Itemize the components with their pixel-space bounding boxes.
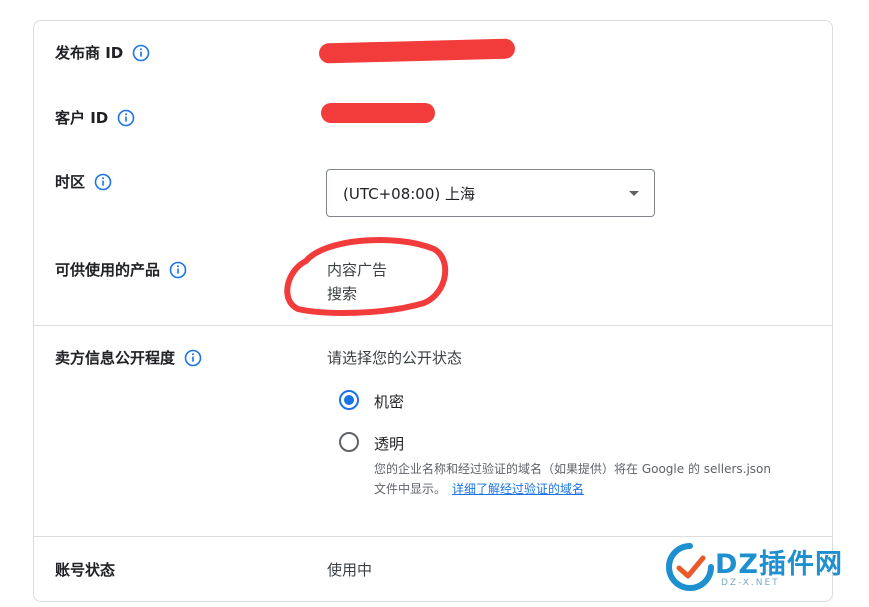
timezone-selected-value: (UTC+08:00) 上海 [343,184,476,203]
transparent-help-text: 您的企业名称和经过验证的域名（如果提供）将在 Google 的 sellers.… [374,459,771,499]
redaction-mark-publisher-id [318,38,516,64]
products-label: 可供使用的产品 [55,261,161,279]
help-line-2: 文件中显示。 详细了解经过验证的域名 [374,479,771,499]
customer-id-label: 客户 ID [55,109,109,127]
seller-info-label: 卖方信息公开程度 [55,349,176,367]
help-line-2-text: 文件中显示。 [374,482,447,496]
publisher-id-row: 发布商 ID [55,42,150,63]
account-status-label: 账号状态 [55,561,116,579]
watermark-logo: DZ插件网 DZ-X.NET [665,538,855,600]
redaction-mark-customer-id [321,103,435,123]
help-line-1: 您的企业名称和经过验证的域名（如果提供）将在 Google 的 sellers.… [374,462,771,476]
dropdown-arrow-icon [629,191,639,196]
customer-id-row: 客户 ID [55,107,135,128]
seller-info-row: 卖方信息公开程度 [55,347,202,368]
visibility-prompt: 请选择您的公开状态 [327,349,463,367]
watermark-logo-icon [666,543,714,591]
section-divider [34,325,832,326]
timezone-row: 时区 [55,171,112,192]
radio-confidential[interactable] [339,390,359,410]
watermark-subtext: DZ-X.NET [721,578,780,588]
info-icon[interactable] [132,44,150,62]
timezone-select[interactable]: (UTC+08:00) 上海 [326,169,655,217]
account-status-value: 使用中 [327,561,373,579]
highlight-circle-mark [284,237,449,316]
account-status-row: 账号状态 [55,559,115,580]
radio-transparent[interactable] [339,432,359,452]
timezone-label: 时区 [55,173,86,191]
section-divider [34,536,832,537]
account-info-card: 发布商 ID 客户 ID 时区 (UTC+08:00) 上海 可供使用的产品 内… [33,20,833,602]
watermark-text: DZ插件网 [715,549,843,580]
publisher-id-label: 发布商 ID [55,44,124,62]
radio-transparent-label[interactable]: 透明 [374,433,404,454]
info-icon[interactable] [169,261,187,279]
info-icon[interactable] [184,349,202,367]
info-icon[interactable] [94,173,112,191]
radio-confidential-label[interactable]: 机密 [374,391,404,412]
products-row: 可供使用的产品 [55,259,187,280]
info-icon[interactable] [117,109,135,127]
verified-domain-link[interactable]: 详细了解经过验证的域名 [452,482,584,496]
